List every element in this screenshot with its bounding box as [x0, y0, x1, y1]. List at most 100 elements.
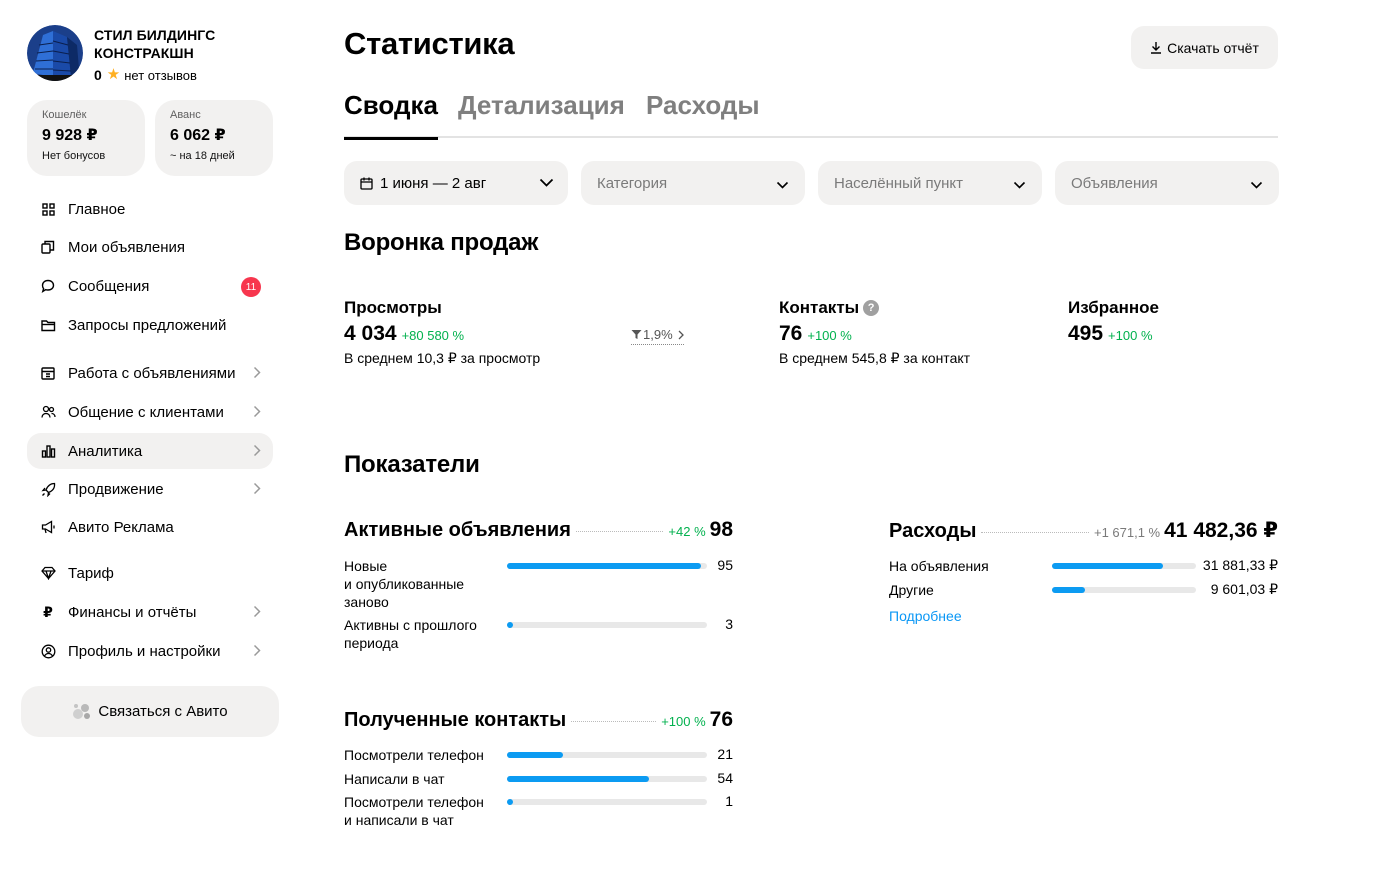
bar-row: Другие 9 601,03 ₽ — [889, 581, 1278, 599]
people-icon — [40, 404, 56, 420]
unread-badge: 11 — [241, 277, 261, 297]
sidebar-item-label: Работа с объявлениями — [68, 364, 236, 382]
megaphone-icon — [40, 519, 56, 535]
contacts-value: 76 — [779, 322, 803, 345]
bar-label: Новые и опубликованные заново — [344, 558, 465, 610]
sidebar-item-clients[interactable]: Общение с клиентами — [27, 394, 273, 430]
sidebar-item-label: Запросы предложений — [68, 316, 227, 334]
expenses-title: Расходы — [889, 520, 977, 542]
sidebar-item-label: Мои объявления — [68, 238, 185, 256]
sidebar-item-label: Тариф — [68, 564, 114, 582]
rocket-icon — [40, 481, 56, 497]
city-filter[interactable]: Населённый пункт — [818, 161, 1042, 205]
bar-fill — [507, 752, 563, 758]
bar-row: Посмотрели телефон 21 — [344, 746, 733, 764]
chevron-right-icon — [253, 482, 261, 499]
active-ads-change: +42 % — [668, 524, 706, 539]
company-name[interactable]: СТИЛ БИЛДИНГС КОНСТРАКШН — [94, 26, 244, 62]
bar-label: Посмотрели телефон и написали в чат — [344, 794, 484, 828]
sidebar-item-main[interactable]: Главное — [27, 191, 273, 227]
expenses-more-link[interactable]: Подробнее — [889, 608, 962, 624]
category-placeholder: Категория — [597, 174, 668, 192]
bar-value: 9 601,03 ₽ — [1210, 581, 1278, 597]
advance-card[interactable]: Аванс 6 062 ₽ ~ на 18 дней — [155, 100, 273, 176]
sidebar-item-avito-ads[interactable]: Авито Реклама — [27, 509, 273, 545]
bar-row: Активны с прошлого периода 3 — [344, 616, 733, 652]
grid-icon — [40, 201, 56, 217]
calendar-icon — [40, 365, 56, 381]
diamond-icon — [40, 565, 56, 581]
sidebar-item-label: Аналитика — [68, 442, 143, 460]
sidebar-item-requests[interactable]: Запросы предложений — [27, 307, 273, 343]
views-desc: В среднем 10,3 ₽ за просмотр — [344, 350, 541, 366]
sidebar-item-label: Общение с клиентами — [68, 403, 224, 421]
star-icon: ★ — [106, 66, 121, 83]
bar-label: Посмотрели телефон — [344, 747, 484, 763]
favorites-value: 495 — [1068, 322, 1104, 345]
filters-bar: 1 июня — 2 авг Категория Населённый пунк… — [344, 161, 1279, 205]
sidebar-item-label: Главное — [68, 200, 126, 218]
received-contacts-title: Полученные контакты — [344, 709, 567, 731]
conversion-link[interactable]: 1,9% — [631, 327, 684, 345]
sidebar-item-promotion[interactable]: Продвижение — [27, 471, 273, 507]
contacts-desc: В среднем 545,8 ₽ за контакт — [779, 350, 971, 366]
bar-label: Активны с прошлого периода — [344, 617, 477, 651]
help-icon[interactable]: ? — [863, 300, 880, 316]
bar-value: 3 — [725, 616, 733, 632]
chevron-right-icon — [253, 644, 261, 661]
chevron-right-icon — [253, 405, 261, 422]
favorites-change: +100 % — [1108, 328, 1153, 343]
tab-summary[interactable]: Сводка — [344, 90, 438, 140]
period-filter[interactable]: 1 июня — 2 авг — [344, 161, 568, 205]
wallet-card[interactable]: Кошелёк 9 928 ₽ Нет бонусов — [27, 100, 145, 176]
active-ads-header: Активные объявления +42 % 98 — [344, 518, 733, 542]
bar-label: Другие — [889, 582, 934, 598]
expenses-header: Расходы +1 671,1 % 41 482,36 ₽ — [889, 518, 1278, 543]
sidebar-item-finance[interactable]: ₽ Финансы и отчёты — [27, 594, 273, 630]
bar-value: 21 — [717, 746, 733, 762]
advance-label: Аванс — [170, 109, 201, 121]
wallet-label: Кошелёк — [42, 109, 87, 121]
views-label: Просмотры — [344, 298, 442, 317]
wallet-sub: Нет бонусов — [42, 150, 106, 162]
active-ads-total: 98 — [709, 518, 733, 541]
page-title: Статистика — [344, 26, 515, 61]
chevron-down-icon — [539, 174, 554, 191]
chevron-down-icon — [1250, 176, 1263, 193]
bar-chart-icon — [40, 443, 56, 459]
bar-label: На объявления — [889, 558, 989, 574]
bar-row: Новые и опубликованные заново 95 — [344, 557, 733, 611]
contact-avito-button[interactable]: Связаться с Авито — [21, 686, 279, 737]
chevron-down-icon — [776, 176, 789, 193]
sidebar: СТИЛ БИЛДИНГС КОНСТРАКШН 0 ★ нет отзывов… — [0, 0, 300, 875]
sidebar-item-profile[interactable]: Профиль и настройки — [27, 633, 273, 669]
contacts-label: Контакты — [779, 298, 860, 317]
category-filter[interactable]: Категория — [581, 161, 805, 205]
sidebar-item-my-ads[interactable]: Мои объявления — [27, 229, 273, 265]
rating-value: 0 — [94, 67, 102, 83]
city-placeholder: Населённый пункт — [834, 174, 964, 192]
chevron-right-icon — [678, 330, 684, 340]
bar-fill — [1052, 587, 1086, 593]
rating[interactable]: 0 ★ нет отзывов — [94, 67, 244, 83]
tab-expenses[interactable]: Расходы — [646, 90, 760, 138]
contact-avito-label: Связаться с Авито — [98, 703, 228, 720]
bar-row: Посмотрели телефон и написали в чат 1 — [344, 793, 733, 829]
received-contacts-change: +100 % — [661, 714, 706, 729]
download-icon — [1150, 41, 1162, 54]
download-report-button[interactable]: Скачать отчёт — [1131, 26, 1278, 69]
sidebar-item-ads-work[interactable]: Работа с объявлениями — [27, 355, 273, 391]
funnel-favorites: Избранное 495 +100 % — [1068, 298, 1159, 346]
tab-details[interactable]: Детализация — [458, 90, 625, 138]
sidebar-item-messages[interactable]: Сообщения 11 — [27, 268, 273, 304]
sidebar-item-analytics[interactable]: Аналитика — [27, 433, 273, 469]
bar-fill — [1052, 563, 1163, 569]
company-logo[interactable] — [27, 25, 83, 81]
indicators-title: Показатели — [344, 451, 480, 478]
user-circle-icon — [40, 643, 56, 659]
sidebar-item-tariff[interactable]: Тариф — [27, 555, 273, 591]
ads-filter[interactable]: Объявления — [1055, 161, 1279, 205]
folder-icon — [40, 317, 56, 333]
chevron-right-icon — [253, 605, 261, 622]
received-contacts-total: 76 — [709, 708, 733, 731]
